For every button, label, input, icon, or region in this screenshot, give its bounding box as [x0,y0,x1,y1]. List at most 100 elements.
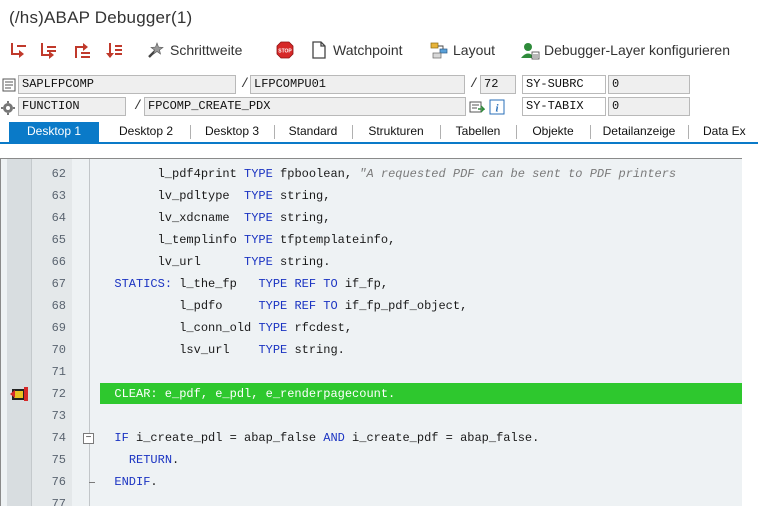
continue-icon [106,43,122,58]
keyword-token: RETURN [128,453,173,467]
line-number: 75 [51,453,66,467]
include-field[interactable]: LFPCOMPU01 [250,75,465,94]
fold-guide [89,159,90,506]
keyword-token: TYPE [258,321,288,335]
variable-1-name-field[interactable]: SY-SUBRC [522,75,606,94]
variable-2-value-field[interactable]: 0 [608,97,690,116]
code-token: rfcdest, [287,321,353,335]
stop-icon: STOP [276,41,294,59]
line-number: 62 [51,167,66,181]
keyword-token: TYPE [258,343,288,357]
type-field[interactable]: FUNCTION [18,97,126,116]
tab-desktop-1[interactable]: Desktop 1 [9,122,99,142]
code-line[interactable]: lv_xdcname TYPE string, [100,207,331,229]
keyword-token: ENDIF [114,475,151,489]
keyword-token: TYPE REF TO [258,277,338,291]
watchpoint-button[interactable]: Watchpoint [309,38,403,62]
code-token: if_fp, [337,277,389,291]
code-line[interactable]: l_templinfo TYPE tfptemplateinfo, [100,229,396,251]
tab-underline [0,142,758,144]
continue-button[interactable] [104,38,128,62]
code-token: l_conn_old [100,321,259,335]
breakpoint-gutter[interactable] [7,159,32,506]
code-line[interactable]: lv_url TYPE string. [100,251,331,273]
line-number: 67 [51,277,66,291]
layout-label: Layout [453,42,496,58]
collapse-block-icon[interactable]: − [83,433,94,444]
variable-2-name-field[interactable]: SY-TABIX [522,97,606,116]
keyword-token: AND [323,431,345,445]
tab-tabellen[interactable]: Tabellen [441,122,515,142]
tab-objekte[interactable]: Objekte [517,122,589,142]
document-icon [312,41,326,59]
code-token: . [150,475,158,489]
code-token: tfptemplateinfo, [272,233,396,247]
line-number: 68 [51,299,66,313]
gear-icon [1,101,15,115]
tab-data-explorer[interactable]: Data Ex [689,122,758,142]
code-token: string, [272,211,331,225]
code-line[interactable]: l_conn_old TYPE rfcdest, [100,317,352,339]
keyword-token: IF [114,431,129,445]
stop-button[interactable]: STOP [275,38,299,62]
separator: / [470,76,478,91]
code-line[interactable]: CLEAR: e_pdf, e_pdl, e_renderpagecount. [100,383,395,405]
info-icon[interactable]: i [489,99,505,115]
line-number: 66 [51,255,66,269]
keyword-token: TYPE [244,189,273,203]
layout-button[interactable]: Layout [429,38,495,62]
line-number: 64 [51,211,66,225]
tab-desktop-3[interactable]: Desktop 3 [191,122,273,142]
tab-standard[interactable]: Standard [275,122,351,142]
step-size-label: Schrittweite [170,42,243,58]
source-code-editor[interactable]: 62 l_pdf4print TYPE fpboolean, "A reques… [0,158,742,506]
line-number: 63 [51,189,66,203]
debugger-layer-label: Debugger-Layer konfigurieren [544,42,730,58]
keyword-token: STATICS: [114,277,173,291]
code-line[interactable]: IF i_create_pdl = abap_false AND i_creat… [100,427,539,449]
tab-strukturen[interactable]: Strukturen [353,122,439,142]
current-statement-marker-icon [10,387,28,401]
code-token: . [172,453,180,467]
keyword-token: TYPE [244,167,273,181]
navigate-icon[interactable] [469,99,485,115]
code-token: string, [272,189,331,203]
code-line[interactable]: STATICS: l_the_fp TYPE REF TO if_fp, [100,273,388,295]
line-field[interactable]: 72 [480,75,516,94]
line-number: 69 [51,321,66,335]
code-line[interactable]: l_pdfo TYPE REF TO if_fp_pdf_object, [100,295,467,317]
separator: / [134,98,142,113]
program-icon [2,78,16,92]
separator: / [241,76,249,91]
code-token: lv_pdltype [100,189,245,203]
code-line[interactable]: lsv_url TYPE string. [100,339,345,361]
variable-1-value-field[interactable]: 0 [608,75,690,94]
code-line[interactable]: ENDIF. [100,471,158,493]
program-info-row: SAPLFPCOMP / LFPCOMPU01 / 72 SY-SUBRC 0 [0,75,758,95]
code-token: CLEAR: e_pdf, e_pdl, e_renderpagecount. [100,387,396,401]
code-token: fpboolean, [272,167,360,181]
code-line[interactable]: lv_pdltype TYPE string, [100,185,331,207]
step-size-button[interactable]: Schrittweite [146,38,242,62]
step-over-button[interactable] [38,38,62,62]
code-token: l_the_fp [172,277,259,291]
tab-desktop-2[interactable]: Desktop 2 [103,122,189,142]
step-into-button[interactable] [8,38,32,62]
code-line[interactable]: RETURN. [100,449,179,471]
keyword-token: TYPE REF TO [258,299,338,313]
tab-detailanzeige[interactable]: Detailanzeige [591,122,687,142]
code-token: lsv_url [100,343,259,357]
code-token: if_fp_pdf_object, [337,299,468,313]
debugger-layer-button[interactable]: Debugger-Layer konfigurieren [520,38,730,62]
comment-token: "A requested PDF can be sent to PDF prin… [359,167,677,181]
window-title: (/hs)ABAP Debugger(1) [9,8,193,27]
breakpoint-wizard-icon [148,42,164,58]
step-return-button[interactable] [72,38,96,62]
code-line[interactable]: l_pdf4print TYPE fpboolean, "A requested… [100,163,677,185]
function-name-field[interactable]: FPCOMP_CREATE_PDX [144,97,466,116]
function-info-row: FUNCTION / FPCOMP_CREATE_PDX i SY-TABIX … [0,97,758,117]
program-field[interactable]: SAPLFPCOMP [18,75,236,94]
line-number: 77 [51,497,66,506]
step-return-icon [75,43,90,58]
